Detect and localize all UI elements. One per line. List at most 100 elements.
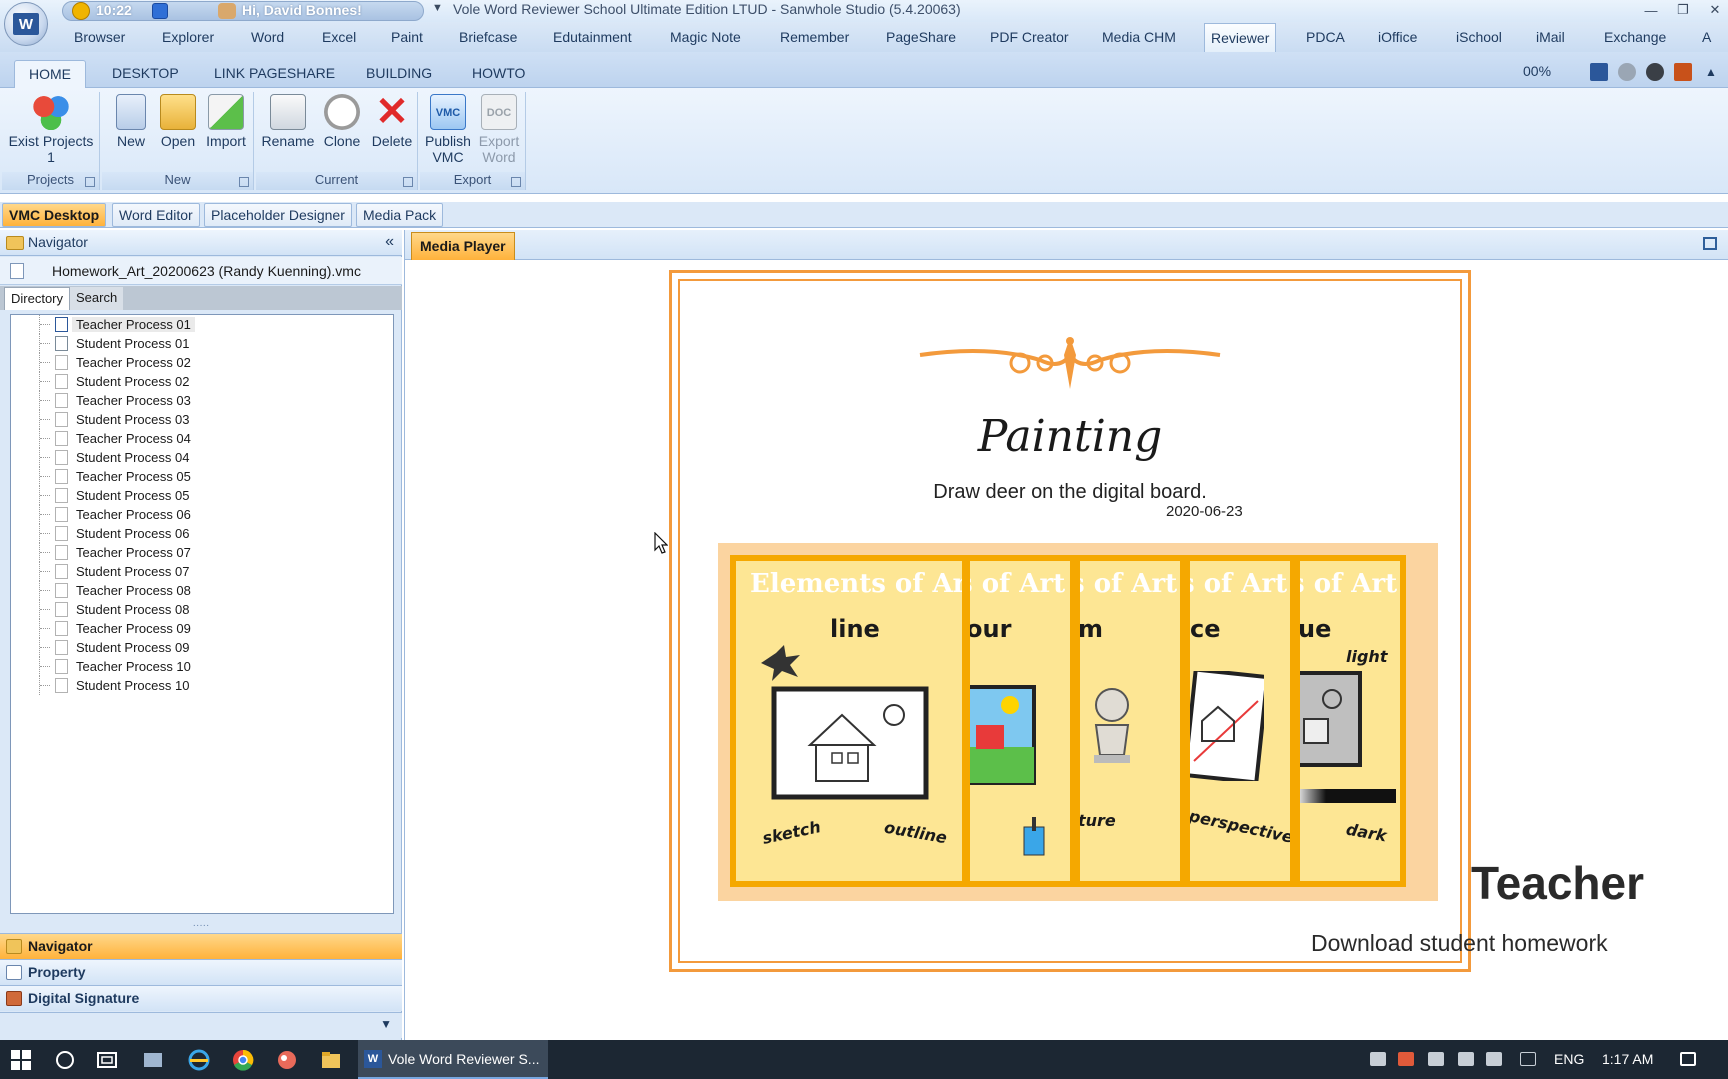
tree-item[interactable]: Teacher Process 09 (11, 619, 391, 638)
new-button[interactable]: New (110, 94, 152, 149)
tab-placeholder-designer[interactable]: Placeholder Designer (204, 203, 352, 227)
tree-item[interactable]: Student Process 05 (11, 486, 391, 505)
poster-card[interactable]: s of Art our (964, 555, 1076, 887)
clock-icon[interactable] (72, 2, 90, 20)
menu-excel[interactable]: Excel (316, 22, 362, 52)
menu-reviewer[interactable]: Reviewer (1204, 23, 1277, 54)
search-icon[interactable] (54, 1049, 76, 1071)
battery-icon[interactable] (1428, 1052, 1444, 1066)
collapse-panel-icon[interactable]: « (385, 233, 394, 251)
menu-edutainment[interactable]: Edutainment (547, 22, 638, 52)
tab-word-editor[interactable]: Word Editor (112, 203, 200, 227)
tree-item[interactable]: Student Process 02 (11, 372, 391, 391)
menu-imail[interactable]: iMail (1530, 22, 1571, 52)
tree-item[interactable]: Teacher Process 07 (11, 543, 391, 562)
user-icon[interactable] (218, 3, 236, 19)
tree-item[interactable]: Student Process 06 (11, 524, 391, 543)
menu-pdca[interactable]: PDCA (1300, 22, 1351, 52)
poster-gallery[interactable]: Elements of Art line sketch outline s of… (718, 543, 1438, 901)
publish-vmc-button[interactable]: VMC Publish VMC (422, 94, 474, 165)
taskbar-app-vole-word[interactable]: W Vole Word Reviewer S... (358, 1040, 548, 1079)
powerpoint-icon[interactable] (1674, 63, 1692, 81)
quick-access-dropdown-icon[interactable]: ▼ (432, 2, 443, 14)
menu-a[interactable]: A (1696, 22, 1717, 52)
clone-button[interactable]: Clone (318, 94, 366, 149)
internet-explorer-icon[interactable] (188, 1049, 210, 1071)
network-icon[interactable] (1458, 1052, 1474, 1066)
tree-item[interactable]: Student Process 09 (11, 638, 391, 657)
menu-pageshare[interactable]: PageShare (880, 22, 962, 52)
tab-media-pack[interactable]: Media Pack (356, 203, 444, 227)
open-button[interactable]: Open (156, 94, 200, 149)
close-icon[interactable]: ✕ (1702, 0, 1728, 20)
tab-link-pageshare[interactable]: LINK PAGESHARE (200, 60, 349, 88)
menu-explorer[interactable]: Explorer (156, 22, 220, 52)
accordion-navigator[interactable]: Navigator (0, 933, 402, 959)
tab-directory[interactable]: Directory (4, 287, 71, 310)
menu-exchange[interactable]: Exchange (1598, 22, 1672, 52)
file-explorer-icon[interactable] (320, 1049, 342, 1071)
tree-item[interactable]: Student Process 07 (11, 562, 391, 581)
tree-item[interactable]: Student Process 08 (11, 600, 391, 619)
back-icon[interactable] (1618, 63, 1636, 81)
menu-ioffice[interactable]: iOffice (1372, 22, 1423, 52)
accordion-more[interactable]: ▼ (0, 1012, 402, 1038)
projects-launcher-icon[interactable] (85, 177, 95, 187)
input-language[interactable]: ENG (1554, 1051, 1584, 1067)
rename-button[interactable]: Rename (260, 94, 316, 149)
tree-item[interactable]: Teacher Process 02 (11, 353, 391, 372)
menu-media-chm[interactable]: Media CHM (1096, 22, 1182, 52)
forward-icon[interactable] (1646, 63, 1664, 81)
tree-item[interactable]: Teacher Process 01 (11, 315, 391, 334)
volume-icon[interactable] (1486, 1052, 1502, 1066)
chrome-icon[interactable] (232, 1049, 254, 1071)
menu-briefcase[interactable]: Briefcase (453, 22, 523, 52)
export-launcher-icon[interactable] (511, 177, 521, 187)
system-clock[interactable]: 1:17 AM (1602, 1051, 1653, 1067)
app-window-icon[interactable] (142, 1049, 164, 1071)
tree-item[interactable]: Student Process 10 (11, 676, 391, 695)
tab-media-player[interactable]: Media Player (411, 232, 515, 260)
new-launcher-icon[interactable] (239, 177, 249, 187)
poster-card[interactable]: s of Art ce perspective (1184, 555, 1296, 887)
menu-browser[interactable]: Browser (68, 22, 131, 52)
shield-icon[interactable] (152, 3, 168, 19)
tab-search[interactable]: Search (70, 287, 124, 310)
delete-button[interactable]: ✕ Delete (368, 92, 416, 149)
tree-item[interactable]: Student Process 04 (11, 448, 391, 467)
tree-item[interactable]: Teacher Process 04 (11, 429, 391, 448)
maximize-icon[interactable]: ❐ (1670, 0, 1696, 20)
notifications-icon[interactable] (1680, 1052, 1696, 1066)
exist-projects-button[interactable]: Exist Projects 1 (8, 94, 94, 165)
tree-item[interactable]: Teacher Process 05 (11, 467, 391, 486)
menu-pdf-creator[interactable]: PDF Creator (984, 22, 1075, 52)
tree-item[interactable]: Teacher Process 08 (11, 581, 391, 600)
word-doc-icon[interactable] (1590, 63, 1608, 81)
poster-card[interactable]: s of Art ue light dark (1294, 555, 1406, 887)
tree-item[interactable]: Student Process 01 (11, 334, 391, 353)
pen-icon[interactable] (1520, 1052, 1536, 1066)
poster-card[interactable]: Elements of Art line sketch outline (730, 555, 968, 887)
current-launcher-icon[interactable] (403, 177, 413, 187)
minimize-icon[interactable]: — (1638, 0, 1664, 20)
project-file-row[interactable]: Homework_Art_20200623 (Randy Kuenning).v… (0, 257, 402, 285)
tab-howto[interactable]: HOWTO (458, 60, 539, 88)
task-view-icon[interactable] (96, 1049, 118, 1071)
tree-item[interactable]: Student Process 03 (11, 410, 391, 429)
game-icon[interactable] (276, 1049, 298, 1071)
restore-window-icon[interactable] (1703, 237, 1717, 250)
accordion-digital-signature[interactable]: Digital Signature (0, 985, 402, 1011)
menu-ischool[interactable]: iSchool (1450, 22, 1508, 52)
menu-word[interactable]: Word (245, 22, 290, 52)
tab-home[interactable]: HOME (14, 60, 86, 89)
collapse-ribbon-icon[interactable]: ▲ (1702, 63, 1720, 81)
app-menu-button[interactable]: W (4, 2, 48, 46)
tray-display-icon[interactable] (1370, 1052, 1386, 1066)
tray-app-icon[interactable] (1398, 1052, 1414, 1066)
tab-desktop[interactable]: DESKTOP (98, 60, 193, 88)
menu-remember[interactable]: Remember (774, 22, 855, 52)
accordion-property[interactable]: Property (0, 959, 402, 985)
tree-item[interactable]: Teacher Process 10 (11, 657, 391, 676)
menu-paint[interactable]: Paint (385, 22, 429, 52)
tree-item[interactable]: Teacher Process 06 (11, 505, 391, 524)
